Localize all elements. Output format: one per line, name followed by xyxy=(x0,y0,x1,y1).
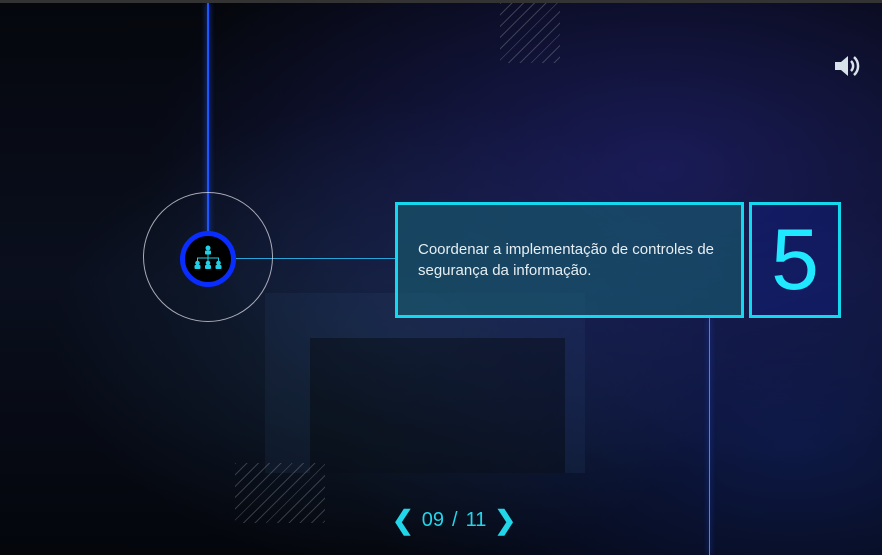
description-text: Coordenar a implementação de controles d… xyxy=(418,241,715,279)
step-number-box: 5 xyxy=(749,202,841,318)
hierarchy-icon xyxy=(194,245,222,269)
icon-badge xyxy=(180,231,236,287)
total-pages: 11 xyxy=(465,509,487,531)
decor-stripes xyxy=(500,3,560,63)
current-page: 09 xyxy=(421,509,445,531)
prev-button[interactable]: ❮ xyxy=(388,505,418,536)
step-number: 5 xyxy=(771,211,819,308)
background-panel xyxy=(310,338,565,473)
page-separator: / xyxy=(452,509,458,531)
page-navigation: ❮ 09 / 11 ❯ xyxy=(388,505,520,536)
connector-line xyxy=(709,318,710,555)
description-box: Coordenar a implementação de controles d… xyxy=(395,202,744,318)
decor-stripes xyxy=(235,463,325,523)
next-button[interactable]: ❯ xyxy=(490,505,520,536)
sound-button[interactable] xyxy=(832,51,862,86)
slide-stage: Coordenar a implementação de controles d… xyxy=(0,0,882,555)
speaker-icon xyxy=(835,56,860,76)
